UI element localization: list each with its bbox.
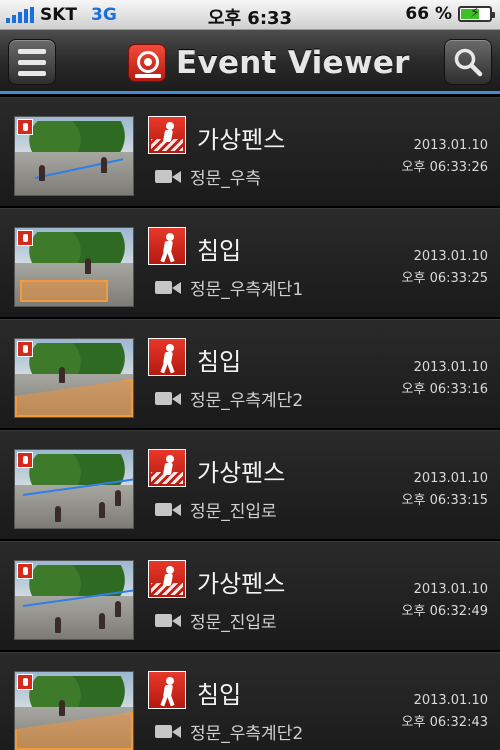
event-time: 오후 06:33:15 <box>401 493 488 508</box>
camera-icon <box>155 723 181 739</box>
battery-icon: ⚡ <box>458 5 495 22</box>
event-date: 2013.01.10 <box>413 249 488 264</box>
event-thumbnail[interactable] <box>14 116 134 196</box>
camera-icon <box>155 168 181 184</box>
event-viewer-app-icon <box>128 44 166 82</box>
search-button[interactable] <box>444 39 492 85</box>
event-time: 오후 06:33:26 <box>401 160 488 175</box>
event-location: 정문_진입로 <box>190 613 277 633</box>
event-thumbnail[interactable] <box>14 338 134 418</box>
event-row[interactable]: 가상펜스 정문_진입로 2013.01.10 오후 06:32:49 <box>0 541 500 652</box>
intrusion-icon <box>148 227 186 265</box>
search-icon <box>454 48 483 77</box>
event-type: 침입 <box>197 348 242 376</box>
event-location: 정문_진입로 <box>190 502 277 522</box>
intrusion-icon <box>148 671 186 709</box>
event-date: 2013.01.10 <box>413 582 488 597</box>
battery-percent: 66 % <box>405 4 452 24</box>
event-thumbnail[interactable] <box>14 560 134 640</box>
event-row[interactable]: 침입 정문_우측계단2 2013.01.10 오후 06:32:43 <box>0 652 500 750</box>
event-row[interactable]: 가상펜스 정문_우측 2013.01.10 오후 06:33:26 <box>0 97 500 208</box>
event-type: 가상펜스 <box>197 126 286 154</box>
event-time: 오후 06:33:25 <box>401 271 488 286</box>
charging-icon: ⚡ <box>470 5 480 21</box>
event-time: 오후 06:32:43 <box>401 715 488 730</box>
virtual-fence-icon <box>148 449 186 487</box>
nav-bar: Event Viewer <box>0 30 500 94</box>
event-date: 2013.01.10 <box>413 360 488 375</box>
event-row[interactable]: 가상펜스 정문_진입로 2013.01.10 오후 06:33:15 <box>0 430 500 541</box>
event-location: 정문_우측계단2 <box>190 724 304 744</box>
event-thumbnail[interactable] <box>14 449 134 529</box>
virtual-fence-icon <box>148 560 186 598</box>
menu-button[interactable] <box>8 39 56 85</box>
page-title: Event Viewer <box>176 45 410 81</box>
camera-icon <box>155 612 181 628</box>
event-row[interactable]: 침입 정문_우측계단1 2013.01.10 오후 06:33:25 <box>0 208 500 319</box>
event-location: 정문_우측 <box>190 169 262 189</box>
virtual-fence-icon <box>148 116 186 154</box>
intrusion-icon <box>148 338 186 376</box>
battery-group: 66 % ⚡ <box>405 4 495 24</box>
event-list: 가상펜스 정문_우측 2013.01.10 오후 06:33:26 침입 정문_… <box>0 97 500 750</box>
event-time: 오후 06:33:16 <box>401 382 488 397</box>
status-bar: SKT 3G 오후 6:33 66 % ⚡ <box>0 0 500 30</box>
event-row[interactable]: 침입 정문_우측계단2 2013.01.10 오후 06:33:16 <box>0 319 500 430</box>
event-date: 2013.01.10 <box>413 138 488 153</box>
camera-icon <box>155 501 181 517</box>
event-time: 오후 06:32:49 <box>401 604 488 619</box>
event-type: 가상펜스 <box>197 459 286 487</box>
event-type: 가상펜스 <box>197 570 286 598</box>
event-date: 2013.01.10 <box>413 471 488 486</box>
camera-icon <box>155 279 181 295</box>
event-thumbnail[interactable] <box>14 671 134 750</box>
hamburger-menu-icon <box>18 48 46 76</box>
event-date: 2013.01.10 <box>413 693 488 708</box>
nav-title-group: Event Viewer <box>128 44 410 82</box>
camera-icon <box>155 390 181 406</box>
event-location: 정문_우측계단1 <box>190 280 304 300</box>
event-location: 정문_우측계단2 <box>190 391 304 411</box>
event-type: 침입 <box>197 681 242 709</box>
event-thumbnail[interactable] <box>14 227 134 307</box>
event-type: 침입 <box>197 237 242 265</box>
